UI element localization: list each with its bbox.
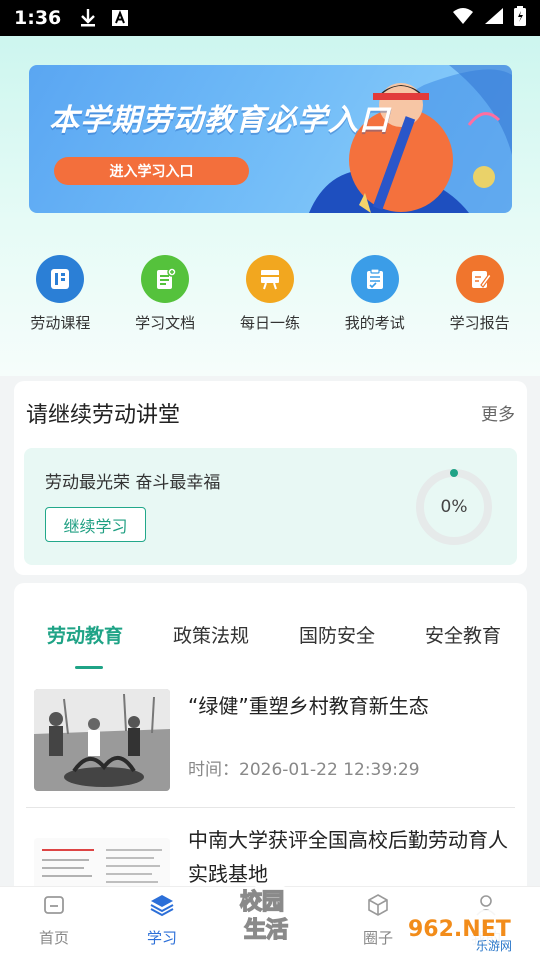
continue-lecture-card: 请继续劳动讲堂 更多 劳动最光荣 奋斗最幸福 继续学习 0% (14, 381, 527, 575)
shortcut-study-docs[interactable]: 学习文档 (115, 255, 215, 333)
home-icon (42, 893, 66, 921)
course-title: 劳动最光荣 奋斗最幸福 (45, 473, 221, 493)
document-icon (141, 255, 190, 303)
signal-icon (484, 7, 504, 29)
font-a-icon (111, 9, 129, 27)
battery-icon (514, 6, 526, 30)
continue-study-button[interactable]: 继续学习 (45, 507, 146, 542)
news-title: “绿健”重塑乡村教育新生态 (188, 694, 429, 718)
nav-label: 学习 (146, 929, 177, 947)
shortcut-label: 我的考试 (344, 314, 405, 332)
wifi-icon (452, 7, 474, 29)
tab-labor-education[interactable]: 劳动教育 (47, 621, 123, 648)
news-time: 时间：2026-01-22 12:39:29 (188, 760, 420, 780)
campus-life-logo[interactable]: 校园 生活 (232, 875, 308, 951)
shortcut-label: 学习文档 (135, 314, 196, 332)
shortcut-grid: 劳动课程 学习文档 每日一练 我的考试 学习报告 (0, 255, 540, 333)
shortcut-label: 劳动课程 (30, 314, 91, 332)
current-course-panel[interactable]: 劳动最光荣 奋斗最幸福 继续学习 0% (24, 448, 517, 565)
nav-study[interactable]: 学习 (122, 893, 202, 948)
shortcut-labor-course[interactable]: 劳动课程 (10, 255, 110, 333)
watermark-logo: 962.NET 乐游网 (402, 910, 532, 954)
svg-text:生活: 生活 (244, 918, 288, 943)
shortcut-my-exam[interactable]: 我的考试 (325, 255, 425, 333)
shortcut-label: 每日一练 (239, 314, 300, 332)
practice-board-icon (245, 255, 294, 303)
news-thumbnail (34, 689, 170, 791)
exam-checklist-icon (350, 255, 399, 303)
banner-illustration (309, 65, 512, 213)
enter-learning-button[interactable]: 进入学习入口 (54, 157, 249, 185)
news-card: 劳动教育 政策法规 国防安全 安全教育 “绿健”重塑乡村教育新生态 时间：202… (14, 583, 527, 903)
status-time: 1:36 (14, 7, 62, 29)
progress-percent: 0% (440, 497, 468, 517)
active-tab-indicator (75, 666, 103, 669)
shortcut-label: 学习报告 (449, 314, 510, 332)
nav-label: 圈子 (362, 929, 393, 947)
tab-safety-education[interactable]: 安全教育 (425, 621, 501, 648)
more-link[interactable]: 更多 (481, 400, 515, 425)
cube-icon (366, 893, 390, 921)
shortcut-study-report[interactable]: 学习报告 (430, 255, 530, 333)
banner-title: 本学期劳动教育必学入口 (49, 103, 390, 138)
course-book-icon (36, 255, 85, 303)
shortcut-daily-practice[interactable]: 每日一练 (220, 255, 320, 333)
section-title: 请继续劳动讲堂 (26, 403, 181, 428)
news-item[interactable]: “绿健”重塑乡村教育新生态 时间：2026-01-22 12:39:29 (26, 689, 515, 799)
news-divider (26, 807, 515, 808)
report-edit-icon (455, 255, 504, 303)
svg-text:校园: 校园 (240, 889, 284, 915)
watermark-sub: 乐游网 (476, 939, 512, 953)
tab-national-defense[interactable]: 国防安全 (299, 621, 375, 648)
layers-icon (149, 893, 175, 921)
nav-home[interactable]: 首页 (14, 893, 94, 948)
promo-banner[interactable]: 本学期劳动教育必学入口 进入学习入口 (29, 65, 512, 213)
tab-policy[interactable]: 政策法规 (173, 621, 249, 648)
nav-label: 首页 (38, 929, 69, 947)
status-bar: 1:36 (0, 0, 540, 36)
download-icon (79, 8, 97, 28)
